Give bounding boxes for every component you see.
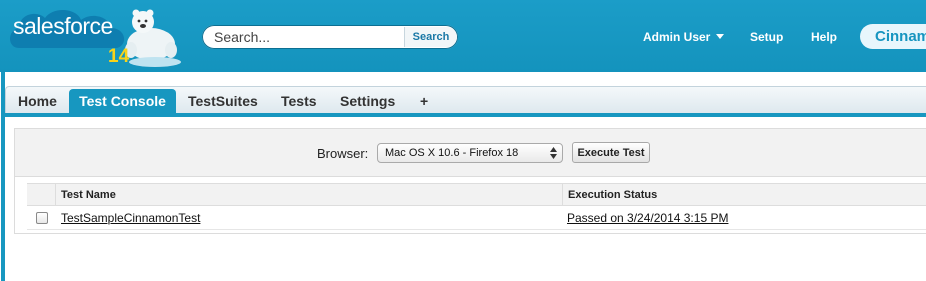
search-button[interactable]: Search (404, 27, 457, 47)
logo-wordmark: salesforce (13, 13, 113, 39)
tab-tests[interactable]: Tests (281, 89, 317, 114)
grid-header: Test Name Execution Status (27, 183, 926, 206)
tab-home[interactable]: Home (18, 89, 57, 114)
salesforce-logo[interactable]: salesforce 14 (5, 4, 183, 68)
updown-arrows-icon (550, 147, 557, 159)
column-header-test-name[interactable]: Test Name (61, 189, 116, 201)
help-link[interactable]: Help (811, 30, 837, 44)
test-name-link[interactable]: TestSampleCinnamonTest (61, 211, 200, 225)
tab-test-console[interactable]: Test Console (69, 89, 176, 114)
add-tab-button[interactable]: + (420, 89, 428, 114)
column-divider (562, 184, 563, 205)
execution-toolbar: Browser: Mac OS X 10.6 - Firefox 18 Exec… (15, 129, 926, 177)
column-header-execution-status[interactable]: Execution Status (568, 189, 657, 201)
search-input[interactable] (202, 25, 404, 49)
user-menu[interactable]: Admin User (643, 30, 725, 44)
logo-version-number: 14 (108, 46, 130, 67)
browser-select-value: Mac OS X 10.6 - Firefox 18 (385, 147, 519, 159)
tab-testsuites[interactable]: TestSuites (188, 89, 258, 114)
row-checkbox[interactable] (36, 212, 48, 224)
chevron-down-icon (716, 34, 725, 39)
polar-bear-icon (125, 9, 181, 67)
top-header: salesforce 14 Search Admin User Setup He… (0, 0, 926, 72)
test-console-panel: Browser: Mac OS X 10.6 - Firefox 18 Exec… (14, 128, 926, 234)
search-box: Search (202, 25, 458, 49)
setup-link[interactable]: Setup (750, 30, 783, 44)
browser-label: Browser: (317, 146, 369, 161)
execute-test-button[interactable]: Execute Test (572, 142, 650, 163)
tab-underline (5, 113, 926, 117)
browser-select[interactable]: Mac OS X 10.6 - Firefox 18 (377, 143, 563, 163)
tab-settings[interactable]: Settings (340, 89, 395, 114)
user-menu-label: Admin User (643, 30, 711, 44)
column-divider (55, 184, 56, 205)
execution-status-link[interactable]: Passed on 3/24/2014 3:15 PM (567, 211, 728, 225)
table-row: TestSampleCinnamonTest Passed on 3/24/20… (27, 206, 926, 230)
app-switcher-button[interactable]: Cinnam (860, 24, 926, 49)
tab-bar: Home Test Console TestSuites Tests Setti… (5, 86, 926, 114)
